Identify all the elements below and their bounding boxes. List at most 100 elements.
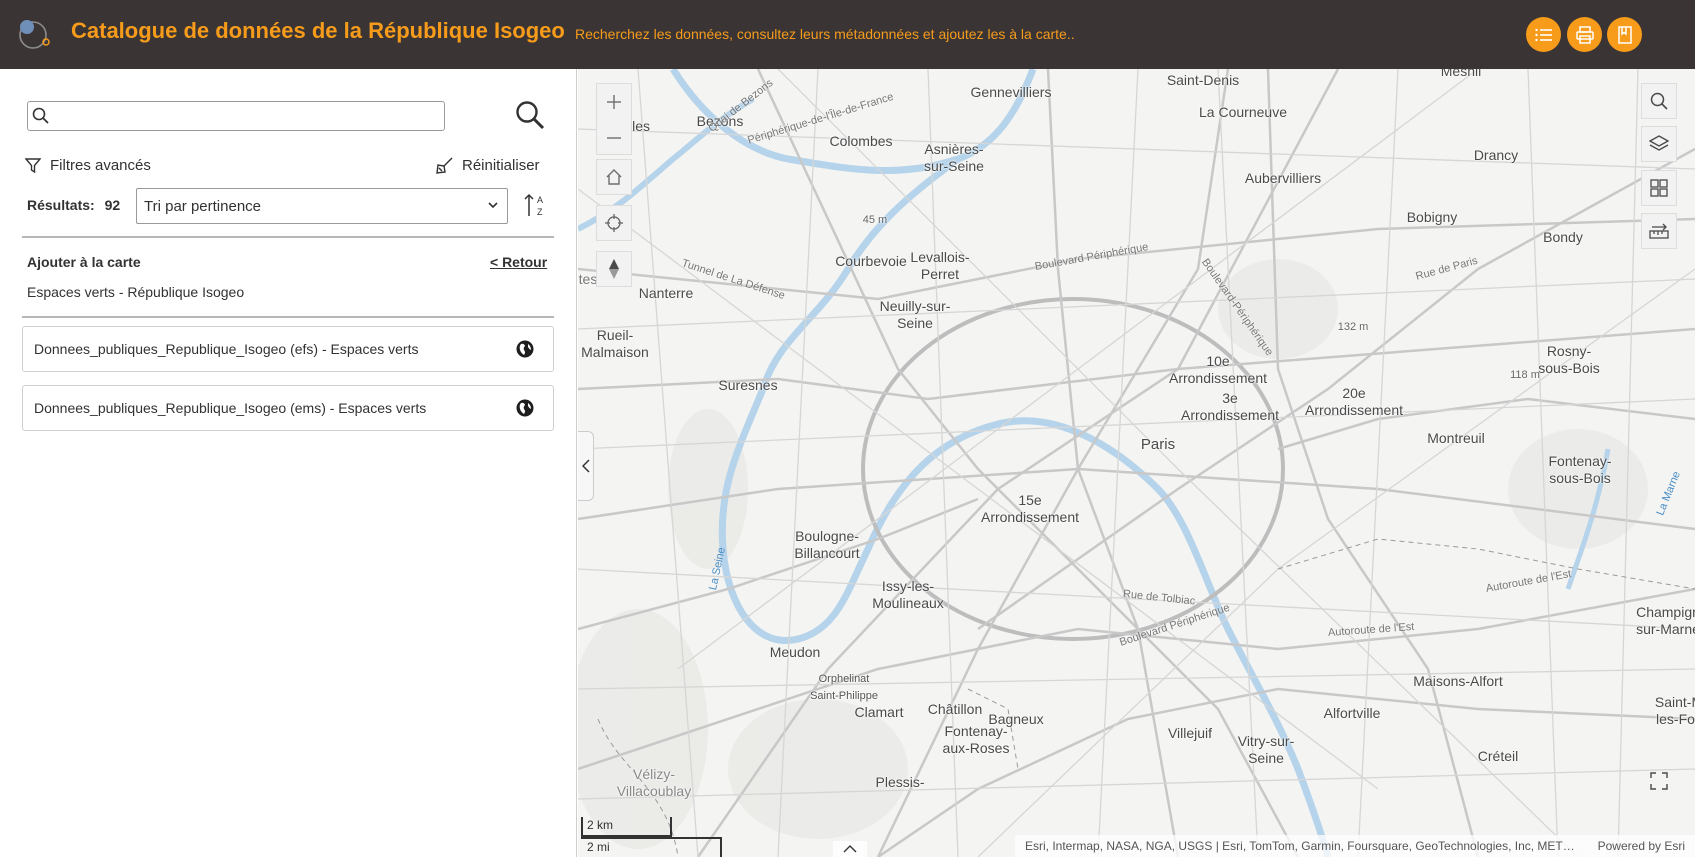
locate-button[interactable] [596, 205, 632, 241]
catalog-panel: Filtres avancés Réinitialiser Résultats:… [0, 69, 577, 857]
service-label: Donnees_publiques_Republique_Isogeo (ems… [34, 400, 427, 416]
map-place-label: Drancy [1473, 147, 1519, 163]
list-button[interactable] [1526, 17, 1561, 52]
search-icon [516, 101, 545, 130]
fullscreen-icon [1650, 772, 1668, 790]
map-place-label: Saint-M les-Fos [1654, 694, 1695, 727]
attribution-text: Esri, Intermap, NASA, NGA, USGS | Esri, … [1025, 839, 1575, 853]
map-place-label: 3e Arrondissement [1180, 390, 1280, 423]
print-icon [1575, 25, 1594, 44]
map-place-label: Créteil [1477, 748, 1519, 764]
map-place-label: Nanterre [638, 285, 694, 301]
chevron-down-icon [488, 202, 498, 209]
map-place-label: Issy-les- Moulineaux [872, 578, 944, 611]
map-place-label: Aubervilliers [1244, 170, 1322, 186]
results-number: 92 [104, 197, 121, 213]
map-place-label: Plessis- [875, 774, 925, 790]
map-place-label: Meudon [769, 644, 821, 660]
scale-bar: 2 km 2 mi [581, 817, 722, 857]
results-count: Résultats: 92 [27, 197, 120, 213]
sort-selected-value: Tri par pertinence [144, 198, 261, 215]
fullscreen-button[interactable] [1641, 763, 1677, 799]
map-place-label: La Courneuve [1199, 104, 1287, 120]
advanced-filters-toggle[interactable]: Filtres avancés [25, 157, 151, 174]
map-place-label: Suresnes [718, 377, 778, 393]
map-place-label: Rueil- Malmaison [581, 327, 649, 360]
sort-select[interactable]: Tri par pertinence [136, 188, 508, 224]
chevron-up-icon [843, 845, 857, 853]
map-place-label: 15e Arrondissement [980, 492, 1080, 525]
layers-button[interactable] [1641, 126, 1677, 162]
map-place-label: Neuilly-sur- Seine [879, 298, 951, 331]
list-icon [1534, 28, 1552, 41]
broom-icon [436, 157, 453, 174]
service-item-ems[interactable]: Donnees_publiques_Republique_Isogeo (ems… [22, 385, 554, 431]
chevron-left-icon [581, 459, 590, 473]
bookmark-button[interactable] [1607, 17, 1642, 52]
poi-label: Orphelinat Saint-Philippe [810, 673, 878, 702]
map-place-label: Montreuil [1427, 430, 1485, 446]
map-place-label: Saint-Denis [1166, 72, 1240, 88]
elevation-label: 45 m [862, 214, 888, 226]
isogeo-logo-icon [19, 20, 50, 49]
scale-km-label: 2 km [587, 818, 614, 832]
sort-direction-button[interactable]: A Z [524, 192, 546, 223]
map-place-label: Gennevilliers [970, 84, 1052, 100]
scale-mi-label: 2 mi [587, 840, 610, 854]
map-place-label: Mesnil [1440, 69, 1482, 79]
map-attribution[interactable]: Esri, Intermap, NASA, NGA, USGS | Esri, … [1015, 835, 1695, 857]
divider [22, 316, 554, 318]
ruler-icon [1649, 223, 1669, 239]
search-button[interactable] [515, 100, 545, 135]
search-field[interactable] [27, 101, 445, 131]
resource-name: Espaces verts - République Isogeo [27, 284, 245, 300]
app-subtitle: Recherchez les données, consultez leurs … [575, 26, 1075, 42]
divider [22, 236, 554, 238]
compass-icon [609, 259, 619, 279]
filter-icon [25, 158, 41, 173]
map-place-label: Courbevoie [835, 253, 907, 269]
service-item-efs[interactable]: Donnees_publiques_Republique_Isogeo (efs… [22, 326, 554, 372]
map-place-label: Châtillon [927, 701, 983, 717]
search-input[interactable] [54, 105, 439, 127]
service-label: Donnees_publiques_Republique_Isogeo (efs… [34, 341, 419, 357]
map-place-label: 10e Arrondissement [1168, 353, 1268, 386]
collapse-panel-button[interactable] [578, 431, 594, 501]
map-place-label: Champign sur-Marne [1636, 604, 1695, 637]
zoom-in-button[interactable] [597, 84, 631, 119]
globe-icon [516, 399, 534, 417]
attribution-expand-button[interactable] [833, 841, 867, 857]
print-button[interactable] [1567, 17, 1602, 52]
map-place-label: Fontenay- aux-Roses [942, 723, 1010, 756]
map-search-button[interactable] [1641, 83, 1677, 119]
home-button[interactable] [596, 159, 632, 195]
map-place-label: Clamart [854, 704, 904, 720]
home-icon [606, 169, 622, 185]
reset-label: Réinitialiser [462, 157, 540, 174]
minus-icon [607, 136, 621, 139]
svg-text:A: A [537, 195, 543, 205]
map-place-label: Rosny- sous-Bois [1538, 343, 1600, 376]
search-icon [32, 107, 49, 124]
basemap-gallery-icon [1650, 179, 1668, 197]
crosshair-icon [605, 214, 623, 232]
measure-button[interactable] [1641, 213, 1677, 249]
map-view[interactable]: Saint-Denis Mesnil Gennevilliers La Cour… [578, 69, 1695, 857]
map-place-label: Vitry-sur- Seine [1237, 733, 1295, 766]
map-place-label: Paris [1140, 436, 1176, 453]
results-label: Résultats: [27, 197, 95, 213]
elevation-label: 118 m [1510, 369, 1540, 381]
back-link[interactable]: < Retour [490, 254, 547, 270]
map-place-label: Asnières- sur-Seine [924, 141, 984, 174]
elevation-label: 132 m [1337, 321, 1369, 333]
powered-by-esri[interactable]: Powered by Esri [1598, 839, 1685, 853]
basemap-gallery-button[interactable] [1641, 170, 1677, 206]
map-place-label: Villejuif [1167, 725, 1213, 741]
reset-button[interactable]: Réinitialiser [436, 157, 540, 174]
map-place-label: Colombes [829, 133, 893, 149]
zoom-out-button[interactable] [597, 120, 631, 155]
compass-button[interactable] [596, 251, 632, 287]
search-icon [1650, 92, 1668, 110]
layers-icon [1649, 135, 1669, 151]
sort-az-icon: A Z [524, 193, 543, 217]
